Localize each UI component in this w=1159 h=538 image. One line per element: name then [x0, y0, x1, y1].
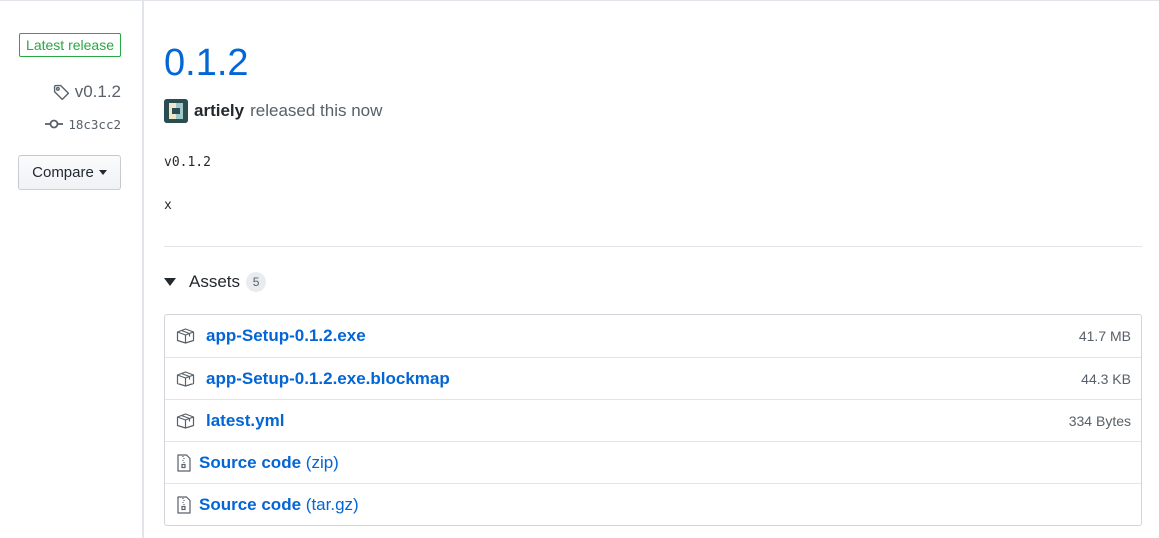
asset-size: 41.7 MB — [1078, 328, 1131, 344]
asset-link[interactable]: latest.yml — [206, 411, 284, 431]
package-icon — [176, 370, 195, 387]
source-code-row: Source code (tar.gz) — [165, 483, 1141, 525]
source-code-format: (zip) — [305, 452, 339, 472]
release-title[interactable]: 0.1.2 — [164, 37, 249, 89]
release-commit[interactable]: 18c3cc2 — [45, 114, 121, 134]
triangle-down-icon[interactable] — [164, 278, 176, 286]
compare-label: Compare — [32, 164, 94, 181]
release-notes-line: x — [164, 198, 172, 213]
asset-row: app-Setup-0.1.2.exe 41.7 MB — [165, 315, 1141, 357]
git-commit-icon — [45, 118, 64, 130]
tag-icon — [53, 84, 70, 101]
source-code-label: Source code — [199, 452, 302, 472]
file-zip-icon — [177, 495, 191, 514]
commit-sha: 18c3cc2 — [68, 116, 121, 132]
assets-header[interactable]: Assets 5 — [164, 270, 267, 294]
source-code-zip-link[interactable]: Source code (zip) — [199, 453, 339, 473]
caret-down-icon — [98, 170, 107, 175]
source-code-format: (tar.gz) — [305, 494, 359, 514]
section-divider — [164, 246, 1142, 247]
asset-size: 44.3 KB — [1081, 370, 1131, 387]
compare-button[interactable]: Compare — [18, 155, 121, 190]
release-sidebar: Latest release v0.1.2 18c3cc2 Compare — [0, 0, 142, 538]
top-border — [0, 0, 1159, 1]
file-zip-icon — [177, 453, 191, 472]
latest-release-badge: Latest release — [19, 33, 121, 57]
source-code-row: Source code (zip) — [165, 441, 1141, 483]
assets-title: Assets — [189, 272, 241, 291]
avatar[interactable] — [164, 99, 188, 123]
tag-label: v0.1.2 — [74, 82, 121, 101]
asset-link[interactable]: app-Setup-0.1.2.exe — [206, 326, 366, 346]
source-code-label: Source code — [199, 494, 302, 514]
release-tag[interactable]: v0.1.2 — [53, 80, 121, 104]
asset-row: latest.yml 334 Bytes — [165, 399, 1141, 441]
asset-row: app-Setup-0.1.2.exe.blockmap 44.3 KB — [165, 357, 1141, 399]
package-icon — [176, 328, 195, 344]
released-text: released this now — [250, 101, 383, 120]
assets-count-badge: 5 — [246, 272, 267, 292]
release-author-line: artiely released this now — [164, 98, 382, 124]
source-code-targz-link[interactable]: Source code (tar.gz) — [199, 495, 359, 515]
author-link[interactable]: artiely — [194, 101, 244, 121]
asset-link[interactable]: app-Setup-0.1.2.exe.blockmap — [206, 369, 450, 389]
package-icon — [176, 412, 195, 429]
assets-list: app-Setup-0.1.2.exe 41.7 MB app-Setup-0.… — [164, 314, 1142, 526]
asset-size: 334 Bytes — [1068, 412, 1131, 429]
release-notes-line: v0.1.2 — [164, 155, 211, 170]
sidebar-divider — [142, 0, 144, 538]
